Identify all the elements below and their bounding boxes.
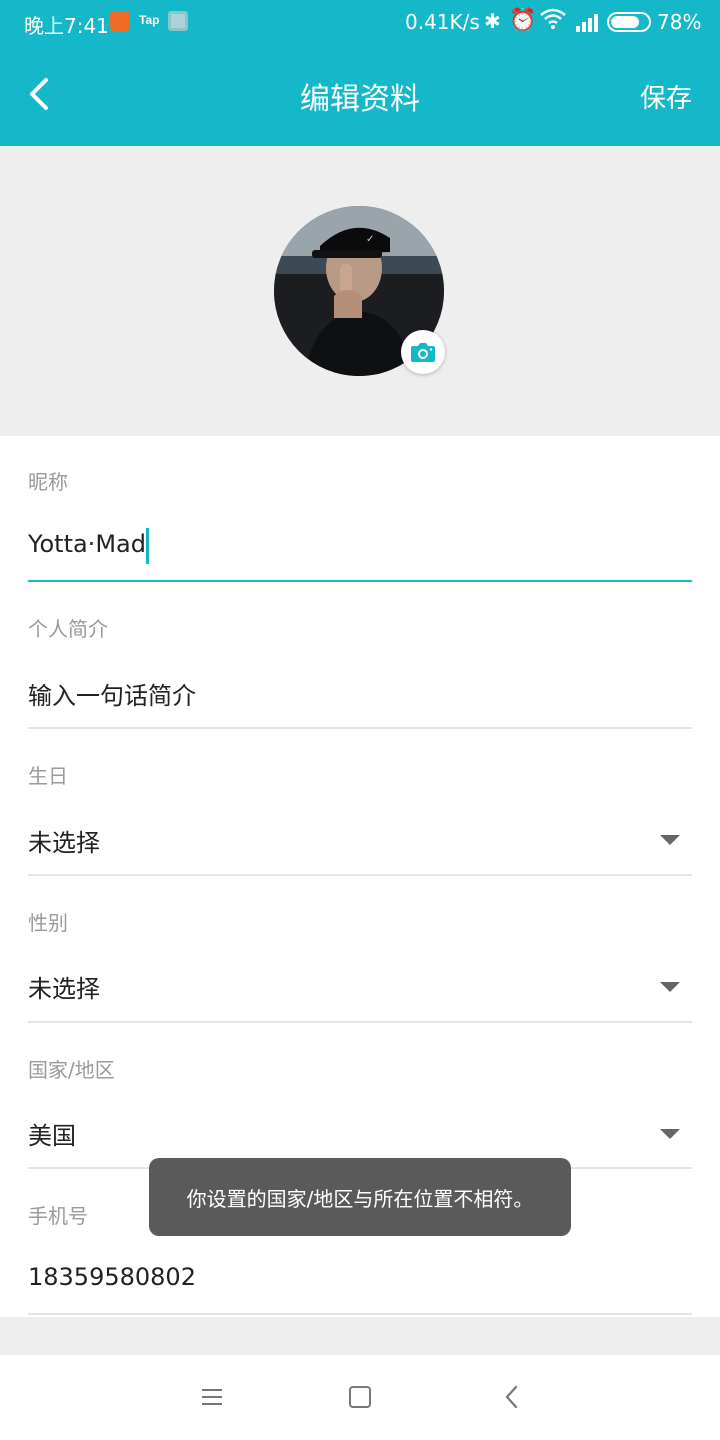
nickname-value: Yotta·Mad	[28, 530, 146, 558]
birthday-label: 生日	[28, 764, 68, 788]
phone-input[interactable]: 18359580802	[28, 1255, 692, 1315]
gender-value: 未选择	[28, 975, 100, 1003]
home-button[interactable]	[349, 1386, 371, 1408]
system-nav-bar	[0, 1355, 720, 1440]
gender-underline	[28, 1021, 692, 1023]
back-arrow-icon	[505, 1385, 518, 1409]
chevron-down-icon	[660, 835, 680, 845]
nickname-input[interactable]: Yotta·Mad	[28, 522, 692, 582]
chevron-down-icon	[660, 982, 680, 992]
chevron-down-icon	[660, 1129, 680, 1139]
bio-input[interactable]: 输入一句话简介	[28, 668, 692, 728]
notification-icon	[168, 11, 188, 31]
network-speed: 0.41K/s	[405, 10, 480, 34]
bio-placeholder: 输入一句话简介	[28, 682, 196, 710]
bio-label: 个人简介	[28, 617, 108, 641]
menu-icon	[202, 1389, 222, 1405]
tap-app-icon: Tap	[139, 13, 160, 27]
phone-underline	[28, 1313, 692, 1315]
gender-label: 性别	[28, 911, 68, 935]
wifi-icon	[540, 8, 566, 35]
region-label: 国家/地区	[28, 1058, 115, 1082]
text-cursor	[146, 528, 149, 564]
toast-message: 你设置的国家/地区与所在位置不相符。	[149, 1158, 571, 1236]
birthday-underline	[28, 874, 692, 876]
birthday-value: 未选择	[28, 829, 100, 857]
birthday-select[interactable]: 未选择	[28, 815, 692, 875]
status-time: 晚上7:41	[24, 14, 109, 38]
change-avatar-button[interactable]	[401, 330, 445, 374]
svg-text:✓: ✓	[366, 234, 374, 245]
app-notification-icon	[110, 11, 130, 31]
signal-icon	[574, 12, 600, 32]
bio-underline	[28, 727, 692, 729]
alarm-icon: ⏰	[509, 8, 537, 33]
app-bar: 编辑资料 保存	[0, 44, 720, 146]
bottom-spacer	[0, 1317, 720, 1355]
status-bar: 晚上7:41 Tap 0.41K/s ✱ ⏰ 78%	[0, 0, 720, 44]
recent-apps-button[interactable]	[200, 1385, 224, 1409]
phone-value: 18359580802	[28, 1263, 196, 1291]
system-back-button[interactable]	[500, 1383, 524, 1411]
save-button[interactable]: 保存	[640, 78, 692, 115]
gender-select[interactable]: 未选择	[28, 961, 692, 1021]
battery-percent: 78%	[657, 10, 702, 34]
region-value: 美国	[28, 1122, 76, 1150]
battery-icon	[607, 12, 651, 32]
phone-label: 手机号	[28, 1204, 88, 1228]
nickname-underline	[28, 580, 692, 582]
page-title: 编辑资料	[300, 82, 420, 117]
bluetooth-icon: ✱	[484, 9, 501, 33]
camera-icon	[411, 343, 435, 362]
nickname-label: 昵称	[28, 470, 68, 494]
